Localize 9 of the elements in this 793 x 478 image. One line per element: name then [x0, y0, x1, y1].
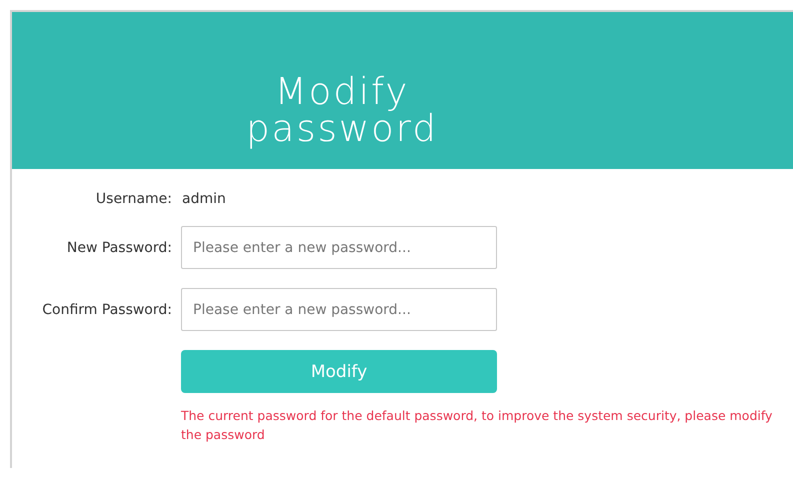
field-label: New Password: — [66, 240, 172, 256]
password-field[interactable]: Please enter a new password... — [181, 226, 497, 269]
page-title: Modify password — [245, 73, 439, 147]
username-label: Username: — [94, 191, 172, 207]
username-value: admin — [181, 191, 227, 207]
warning-message: The current password for the default password, to improve the system security, please modify the password — [181, 407, 774, 444]
modify-button[interactable]: Modify — [181, 350, 497, 393]
field-label: Confirm Password: — [41, 302, 172, 318]
password-field[interactable]: Please enter a new password... — [181, 288, 497, 331]
